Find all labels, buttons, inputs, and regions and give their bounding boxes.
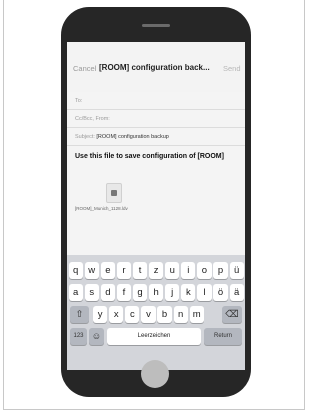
key-c[interactable]: c (125, 306, 140, 323)
key-ö[interactable]: ö (213, 284, 228, 301)
key-p[interactable]: p (213, 262, 228, 279)
key-u[interactable]: u (165, 262, 180, 279)
cancel-button[interactable]: Cancel (73, 64, 96, 73)
key-t[interactable]: t (132, 262, 148, 279)
key-i[interactable]: i (181, 262, 196, 279)
key-m[interactable]: m (189, 306, 204, 323)
key-b[interactable]: b (157, 306, 172, 323)
key-f[interactable]: f (116, 284, 132, 301)
key-z[interactable]: z (149, 262, 164, 279)
to-field[interactable]: To: (67, 92, 245, 110)
mail-body[interactable]: Use this file to save configuration of [… (75, 153, 243, 160)
key-d[interactable]: d (100, 284, 115, 301)
mail-header: Cancel [ROOM] configuration back... Send (67, 42, 245, 92)
emoji-key[interactable]: ☺ (89, 328, 104, 345)
key-g[interactable]: g (132, 284, 148, 301)
key-v[interactable]: v (141, 306, 156, 323)
key-j[interactable]: j (165, 284, 180, 301)
mail-title: [ROOM] configuration back... (99, 63, 210, 72)
subject-label: Subject: (75, 134, 95, 140)
to-label: To: (75, 98, 83, 104)
key-o[interactable]: o (197, 262, 212, 279)
backspace-key[interactable]: ⌫ (222, 306, 242, 323)
key-l[interactable]: l (197, 284, 212, 301)
key-r[interactable]: r (116, 262, 132, 279)
subject-value: [ROOM] configuration backup (96, 134, 169, 140)
cc-field[interactable]: Cc/Bcc, From: (67, 110, 245, 128)
key-ä[interactable]: ä (229, 284, 244, 301)
shift-key[interactable]: ⇧ (70, 306, 89, 323)
subject-field[interactable]: Subject: [ROOM] configuration backup (67, 128, 245, 146)
key-s[interactable]: s (84, 284, 99, 301)
return-key[interactable]: Return (204, 328, 242, 345)
key-h[interactable]: h (149, 284, 164, 301)
key-w[interactable]: w (84, 262, 99, 279)
numbers-key[interactable]: 123 (70, 328, 87, 345)
send-button[interactable]: Send (223, 64, 241, 73)
attachment-filename: [ROOM]_Munich_1128.ldv (75, 206, 128, 211)
key-a[interactable]: a (68, 284, 83, 301)
cc-label: Cc/Bcc, From: (75, 116, 110, 122)
key-y[interactable]: y (93, 306, 108, 323)
phone-frame: Cancel [ROOM] configuration back... Send… (61, 7, 251, 397)
key-e[interactable]: e (100, 262, 115, 279)
key-x[interactable]: x (109, 306, 124, 323)
space-key[interactable]: Leerzeichen (107, 328, 201, 345)
earpiece (142, 24, 170, 27)
key-n[interactable]: n (173, 306, 188, 323)
key-ü[interactable]: ü (229, 262, 244, 279)
file-icon[interactable] (106, 183, 122, 203)
on-screen-keyboard: q w e r t z u i o p ü a s d f g h j k l ö ä ⇧ y x c v b n m ⌫ 123 ☺ Leerz… (67, 255, 245, 370)
home-button[interactable] (141, 360, 169, 388)
key-k[interactable]: k (181, 284, 196, 301)
key-q[interactable]: q (68, 262, 83, 279)
phone-screen: Cancel [ROOM] configuration back... Send… (67, 42, 245, 370)
